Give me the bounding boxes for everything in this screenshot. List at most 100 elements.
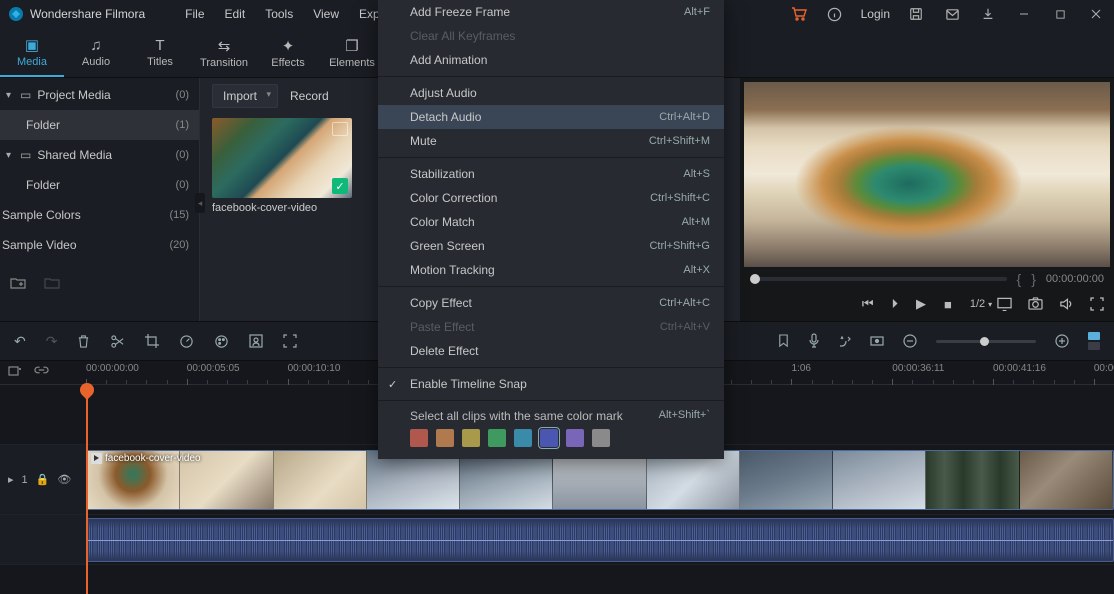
delete-icon[interactable] [77,334,90,349]
folder-outline-icon[interactable] [44,276,60,290]
camera-icon[interactable] [1028,297,1043,311]
color-swatch[interactable] [540,429,558,447]
preview-panel: { } 00:00:00:00 ⏮ ⏵ ▶ ■ 1/2▾ [740,78,1114,321]
nav-transition[interactable]: ⇆Transition [192,28,256,77]
color-swatch[interactable] [566,429,584,447]
download-icon[interactable] [970,0,1006,28]
volume-icon[interactable] [1059,297,1074,311]
progress-slider[interactable] [750,277,1007,281]
close-button[interactable] [1078,0,1114,28]
color-swatch[interactable] [592,429,610,447]
nav-media[interactable]: ▣Media [0,28,64,77]
tree-project-media[interactable]: ▾ ▭ Project Media (0) [0,80,199,110]
split-icon[interactable] [110,334,125,349]
audio-mixer-icon[interactable] [838,334,852,348]
playhead[interactable] [86,385,88,594]
color-swatch[interactable] [410,429,428,447]
tree-shared-folder[interactable]: Folder (0) [0,170,199,200]
brace-open-icon[interactable]: { [1017,271,1022,287]
track-view-toggle[interactable] [1088,332,1100,350]
tree-shared-media[interactable]: ▾ ▭ Shared Media (0) [0,140,199,170]
nav-media-label: Media [17,56,47,68]
audio-track-header[interactable] [0,515,86,564]
media-thumbnail[interactable]: ✓ facebook-cover-video [212,118,352,214]
menu-file[interactable]: File [175,3,214,25]
marker-icon[interactable] [777,334,790,349]
menu-edit[interactable]: Edit [215,3,256,25]
mic-icon[interactable] [808,333,820,349]
visibility-icon[interactable]: 👁 [57,473,71,486]
track-header[interactable]: ▸ 1 🔒 👁 [0,445,86,514]
display-icon[interactable] [997,297,1012,311]
play-forward-icon[interactable]: ⏵ [892,296,899,312]
undo-icon[interactable]: ↶ [14,333,26,350]
tree-sample-colors[interactable]: Sample Colors (15) [0,200,199,230]
cm-color-match[interactable]: Color MatchAlt+M [378,210,724,234]
menu-tools[interactable]: Tools [255,3,303,25]
nav-titles[interactable]: TTitles [128,28,192,77]
crop-icon[interactable] [145,334,159,348]
import-dropdown[interactable]: Import [212,84,278,108]
cm-green-screen[interactable]: Green ScreenCtrl+Shift+G [378,234,724,258]
cm-delete-effect[interactable]: Delete Effect [378,339,724,363]
audio-track-content[interactable] [86,515,1114,564]
video-clip[interactable]: facebook-cover-video [86,450,1114,510]
cm-color-correction[interactable]: Color CorrectionCtrl+Shift+C [378,186,724,210]
cm-mute[interactable]: MuteCtrl+Shift+M [378,129,724,153]
preview-image[interactable] [744,82,1110,267]
cm-label: Mute [410,134,437,148]
save-icon[interactable] [898,0,934,28]
add-track-icon[interactable] [8,364,22,378]
color-swatch[interactable] [488,429,506,447]
cm-stabilization[interactable]: StabilizationAlt+S [378,162,724,186]
nav-effects[interactable]: ✦Effects [256,28,320,77]
panel-grip-icon[interactable]: ◂ [195,193,205,213]
tree-sample-video[interactable]: Sample Video (20) [0,230,199,260]
tree-project-folder[interactable]: Folder (1) [0,110,199,140]
clip-play-icon [91,453,102,464]
color-swatch[interactable] [436,429,454,447]
speed-selector[interactable]: 1/2▾ [970,298,992,310]
nav-audio[interactable]: ♫Audio [64,28,128,77]
color-icon[interactable] [214,334,229,349]
cm-adjust-audio[interactable]: Adjust Audio [378,81,724,105]
expand-icon[interactable] [283,334,297,348]
audio-clip[interactable] [86,518,1114,562]
login-button[interactable]: Login [853,7,898,21]
cm-detach-audio[interactable]: Detach AudioCtrl+Alt+D [378,105,724,129]
link-icon[interactable] [34,364,49,378]
cm-add-animation[interactable]: Add Animation [378,48,724,72]
cm-add-freeze[interactable]: Add Freeze FrameAlt+F [378,0,724,24]
menu-view[interactable]: View [303,3,349,25]
cart-icon[interactable] [781,0,817,28]
info-icon[interactable] [817,0,853,28]
add-folder-icon[interactable] [10,276,26,290]
nav-elements[interactable]: ❐Elements [320,28,384,77]
zoom-thumb[interactable] [980,337,989,346]
green-screen-icon[interactable] [249,334,263,348]
fullscreen-icon[interactable] [1090,297,1104,311]
cm-timeline-snap[interactable]: ✓Enable Timeline Snap [378,372,724,396]
progress-thumb[interactable] [750,274,760,284]
track-video-icon: ▸ [8,473,14,486]
keyframe-icon[interactable] [870,334,884,348]
zoom-in-icon[interactable] [1054,333,1070,349]
color-swatch[interactable] [514,429,532,447]
record-button[interactable]: Record [290,89,329,103]
play-icon[interactable]: ▶ [916,296,926,312]
zoom-slider[interactable] [936,340,1036,343]
lock-icon[interactable]: 🔒 [36,473,50,486]
step-back-icon[interactable]: ⏮ [862,296,874,312]
maximize-button[interactable] [1042,0,1078,28]
redo-icon[interactable]: ↷ [46,333,58,350]
speed-icon[interactable] [179,334,194,349]
zoom-out-icon[interactable] [902,333,918,349]
audio-level-line[interactable] [87,540,1113,541]
cm-copy-effect[interactable]: Copy EffectCtrl+Alt+C [378,291,724,315]
mail-icon[interactable] [934,0,970,28]
cm-motion-tracking[interactable]: Motion TrackingAlt+X [378,258,724,282]
stop-icon[interactable]: ■ [944,297,952,312]
minimize-button[interactable] [1006,0,1042,28]
color-swatch[interactable] [462,429,480,447]
brace-close-icon[interactable]: } [1031,271,1036,287]
